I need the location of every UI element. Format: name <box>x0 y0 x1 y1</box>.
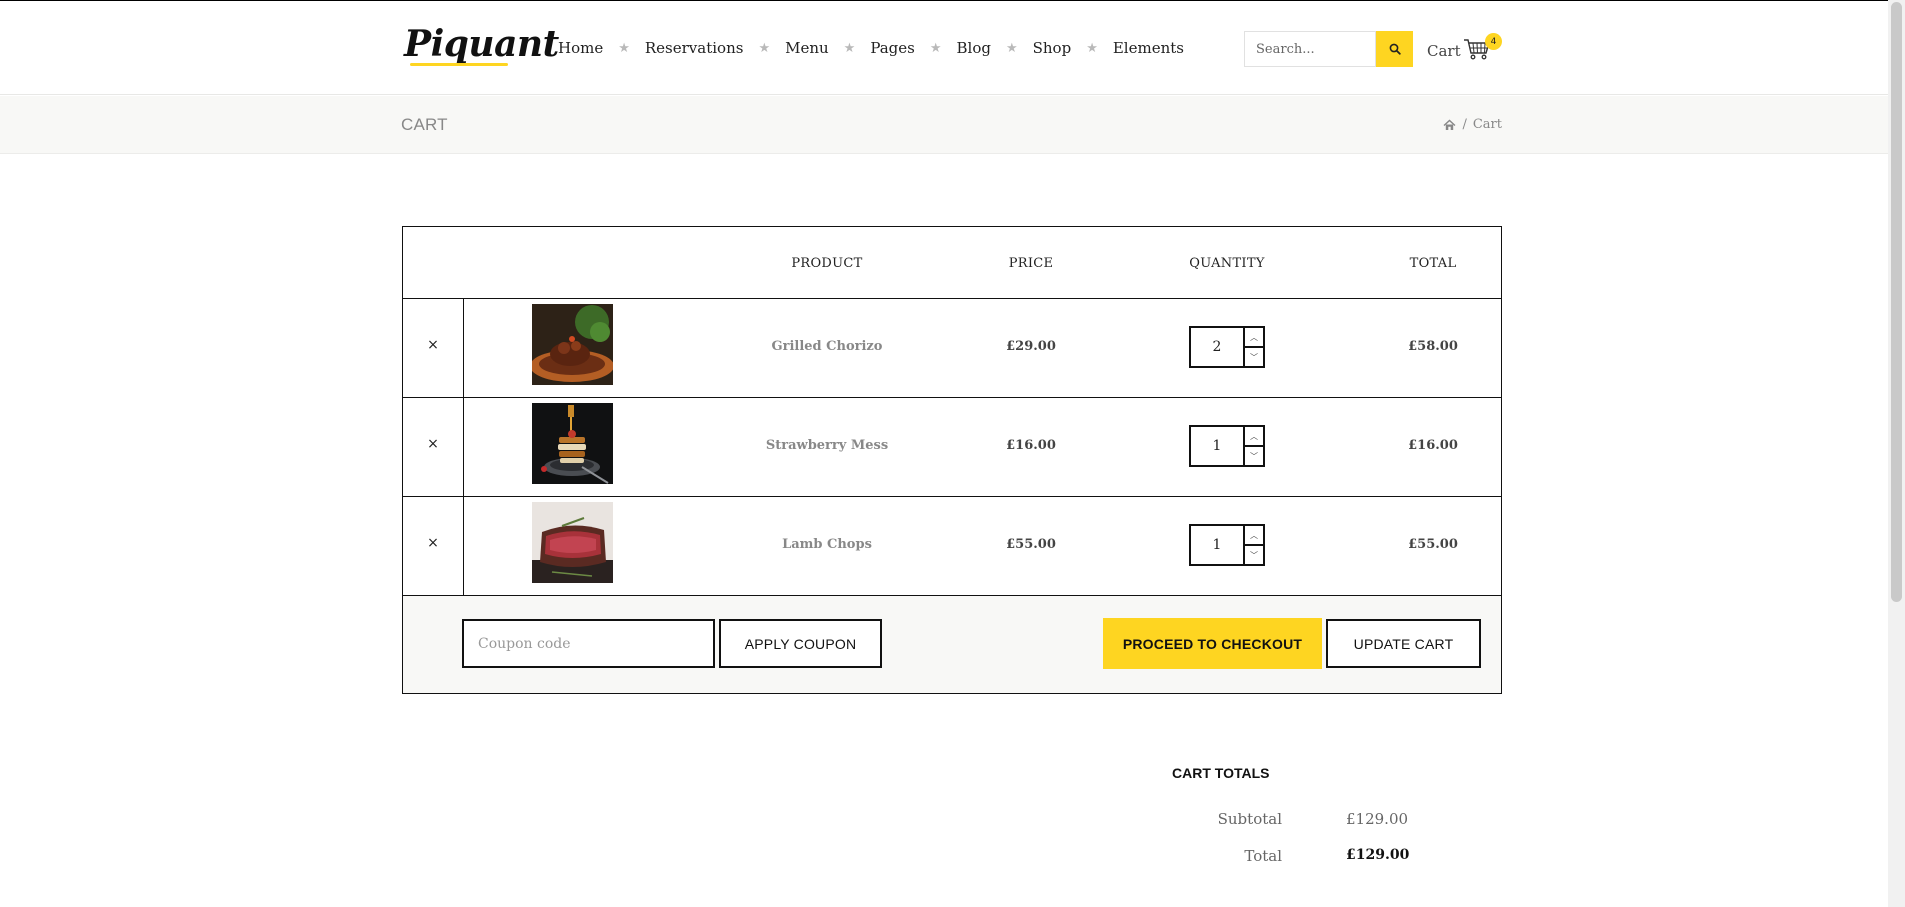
nav-separator: ★ <box>1005 40 1018 56</box>
breadcrumb: / Cart <box>1443 117 1502 132</box>
quantity-stepper: ︿ ﹀ <box>1189 326 1265 368</box>
column-header-price: PRICE <box>1008 256 1054 271</box>
cart-row: × Grilled Chorizo £29.00 ︿ ﹀ £58.00 <box>403 299 1501 397</box>
nav-item-elements[interactable]: Elements <box>1113 39 1184 57</box>
line-total: £16.00 <box>1408 438 1458 453</box>
remove-item-button[interactable]: × <box>423 436 443 452</box>
nav-item-blog[interactable]: Blog <box>957 39 991 57</box>
product-name-link[interactable]: Grilled Chorizo <box>743 339 911 354</box>
nav-item-pages[interactable]: Pages <box>870 39 915 57</box>
logo[interactable]: Piquant <box>404 23 559 65</box>
nav-separator: ★ <box>843 40 856 56</box>
lamb-chops-image[interactable] <box>532 502 613 583</box>
product-price: £55.00 <box>1006 537 1056 552</box>
home-icon[interactable] <box>1443 119 1456 131</box>
search-button[interactable] <box>1376 31 1413 67</box>
quantity-input[interactable] <box>1191 427 1243 465</box>
quantity-increase-button[interactable]: ︿ <box>1245 526 1263 546</box>
total-value: £129.00 <box>1346 847 1410 863</box>
quantity-decrease-button[interactable]: ﹀ <box>1245 447 1263 465</box>
apply-coupon-button[interactable]: APPLY COUPON <box>719 619 882 668</box>
search-icon <box>1389 43 1401 55</box>
nav-separator: ★ <box>618 40 630 56</box>
nav-item-menu[interactable]: Menu <box>785 39 829 57</box>
nav-separator: ★ <box>929 40 942 56</box>
coupon-code-input[interactable] <box>462 619 715 668</box>
cart-row: × Strawberry Mess £16.00 ︿ <box>403 398 1501 496</box>
proceed-to-checkout-button[interactable]: PROCEED TO CHECKOUT <box>1103 618 1322 669</box>
nav-separator: ★ <box>1086 40 1098 56</box>
line-total: £58.00 <box>1408 339 1458 354</box>
cart-totals-title: CART TOTALS <box>1172 765 1270 781</box>
cart-link[interactable]: Cart <box>1427 42 1461 60</box>
quantity-increase-button[interactable]: ︿ <box>1245 328 1263 348</box>
quantity-input[interactable] <box>1191 328 1243 366</box>
subtotal-label: Subtotal <box>1217 810 1282 828</box>
cart-count-badge: 4 <box>1485 33 1502 50</box>
logo-underline <box>410 63 508 66</box>
quantity-input[interactable] <box>1191 526 1243 564</box>
grilled-chorizo-image[interactable] <box>532 304 613 385</box>
site-header: Piquant Home ★ Reservations ★ Menu ★ Pag… <box>0 1 1905 95</box>
update-cart-button[interactable]: UPDATE CART <box>1326 619 1481 668</box>
quantity-stepper: ︿ ﹀ <box>1189 524 1265 566</box>
search-input[interactable] <box>1244 31 1376 67</box>
nav-item-home[interactable]: Home <box>558 39 603 57</box>
subtotal-value: £129.00 <box>1346 810 1409 828</box>
page-title-bar: CART / Cart <box>0 96 1905 154</box>
product-name-link[interactable]: Strawberry Mess <box>743 438 911 453</box>
nav-item-reservations[interactable]: Reservations <box>645 39 744 57</box>
strawberry-mess-image[interactable] <box>532 403 613 484</box>
product-price: £29.00 <box>1006 339 1056 354</box>
quantity-decrease-button[interactable]: ﹀ <box>1245 348 1263 366</box>
product-name-link[interactable]: Lamb Chops <box>743 537 911 552</box>
scrollbar-thumb[interactable] <box>1891 2 1902 602</box>
breadcrumb-separator: / <box>1462 117 1467 132</box>
line-total: £55.00 <box>1408 537 1458 552</box>
remove-item-button[interactable]: × <box>423 337 443 353</box>
nav-item-shop[interactable]: Shop <box>1033 39 1072 57</box>
cart-row: × Lamb Chops £55.00 ︿ ﹀ £55.00 <box>403 497 1501 595</box>
quantity-decrease-button[interactable]: ﹀ <box>1245 546 1263 564</box>
total-label: Total <box>1244 847 1282 865</box>
column-header-total: TOTAL <box>1409 256 1457 271</box>
remove-item-button[interactable]: × <box>423 535 443 551</box>
breadcrumb-current: Cart <box>1472 117 1502 132</box>
page-title: CART <box>401 115 448 134</box>
column-header-quantity: QUANTITY <box>1189 256 1265 271</box>
main-nav: Home ★ Reservations ★ Menu ★ Pages ★ Blo… <box>558 39 1184 57</box>
product-price: £16.00 <box>1006 438 1056 453</box>
quantity-stepper: ︿ ﹀ <box>1189 425 1265 467</box>
cart-table: PRODUCT PRICE QUANTITY TOTAL × Grilled C… <box>402 226 1502 694</box>
quantity-increase-button[interactable]: ︿ <box>1245 427 1263 447</box>
nav-separator: ★ <box>758 40 771 56</box>
cart-actions: APPLY COUPON PROCEED TO CHECKOUT UPDATE … <box>403 596 1501 693</box>
scrollbar[interactable] <box>1888 0 1905 907</box>
column-header-product: PRODUCT <box>791 256 863 271</box>
